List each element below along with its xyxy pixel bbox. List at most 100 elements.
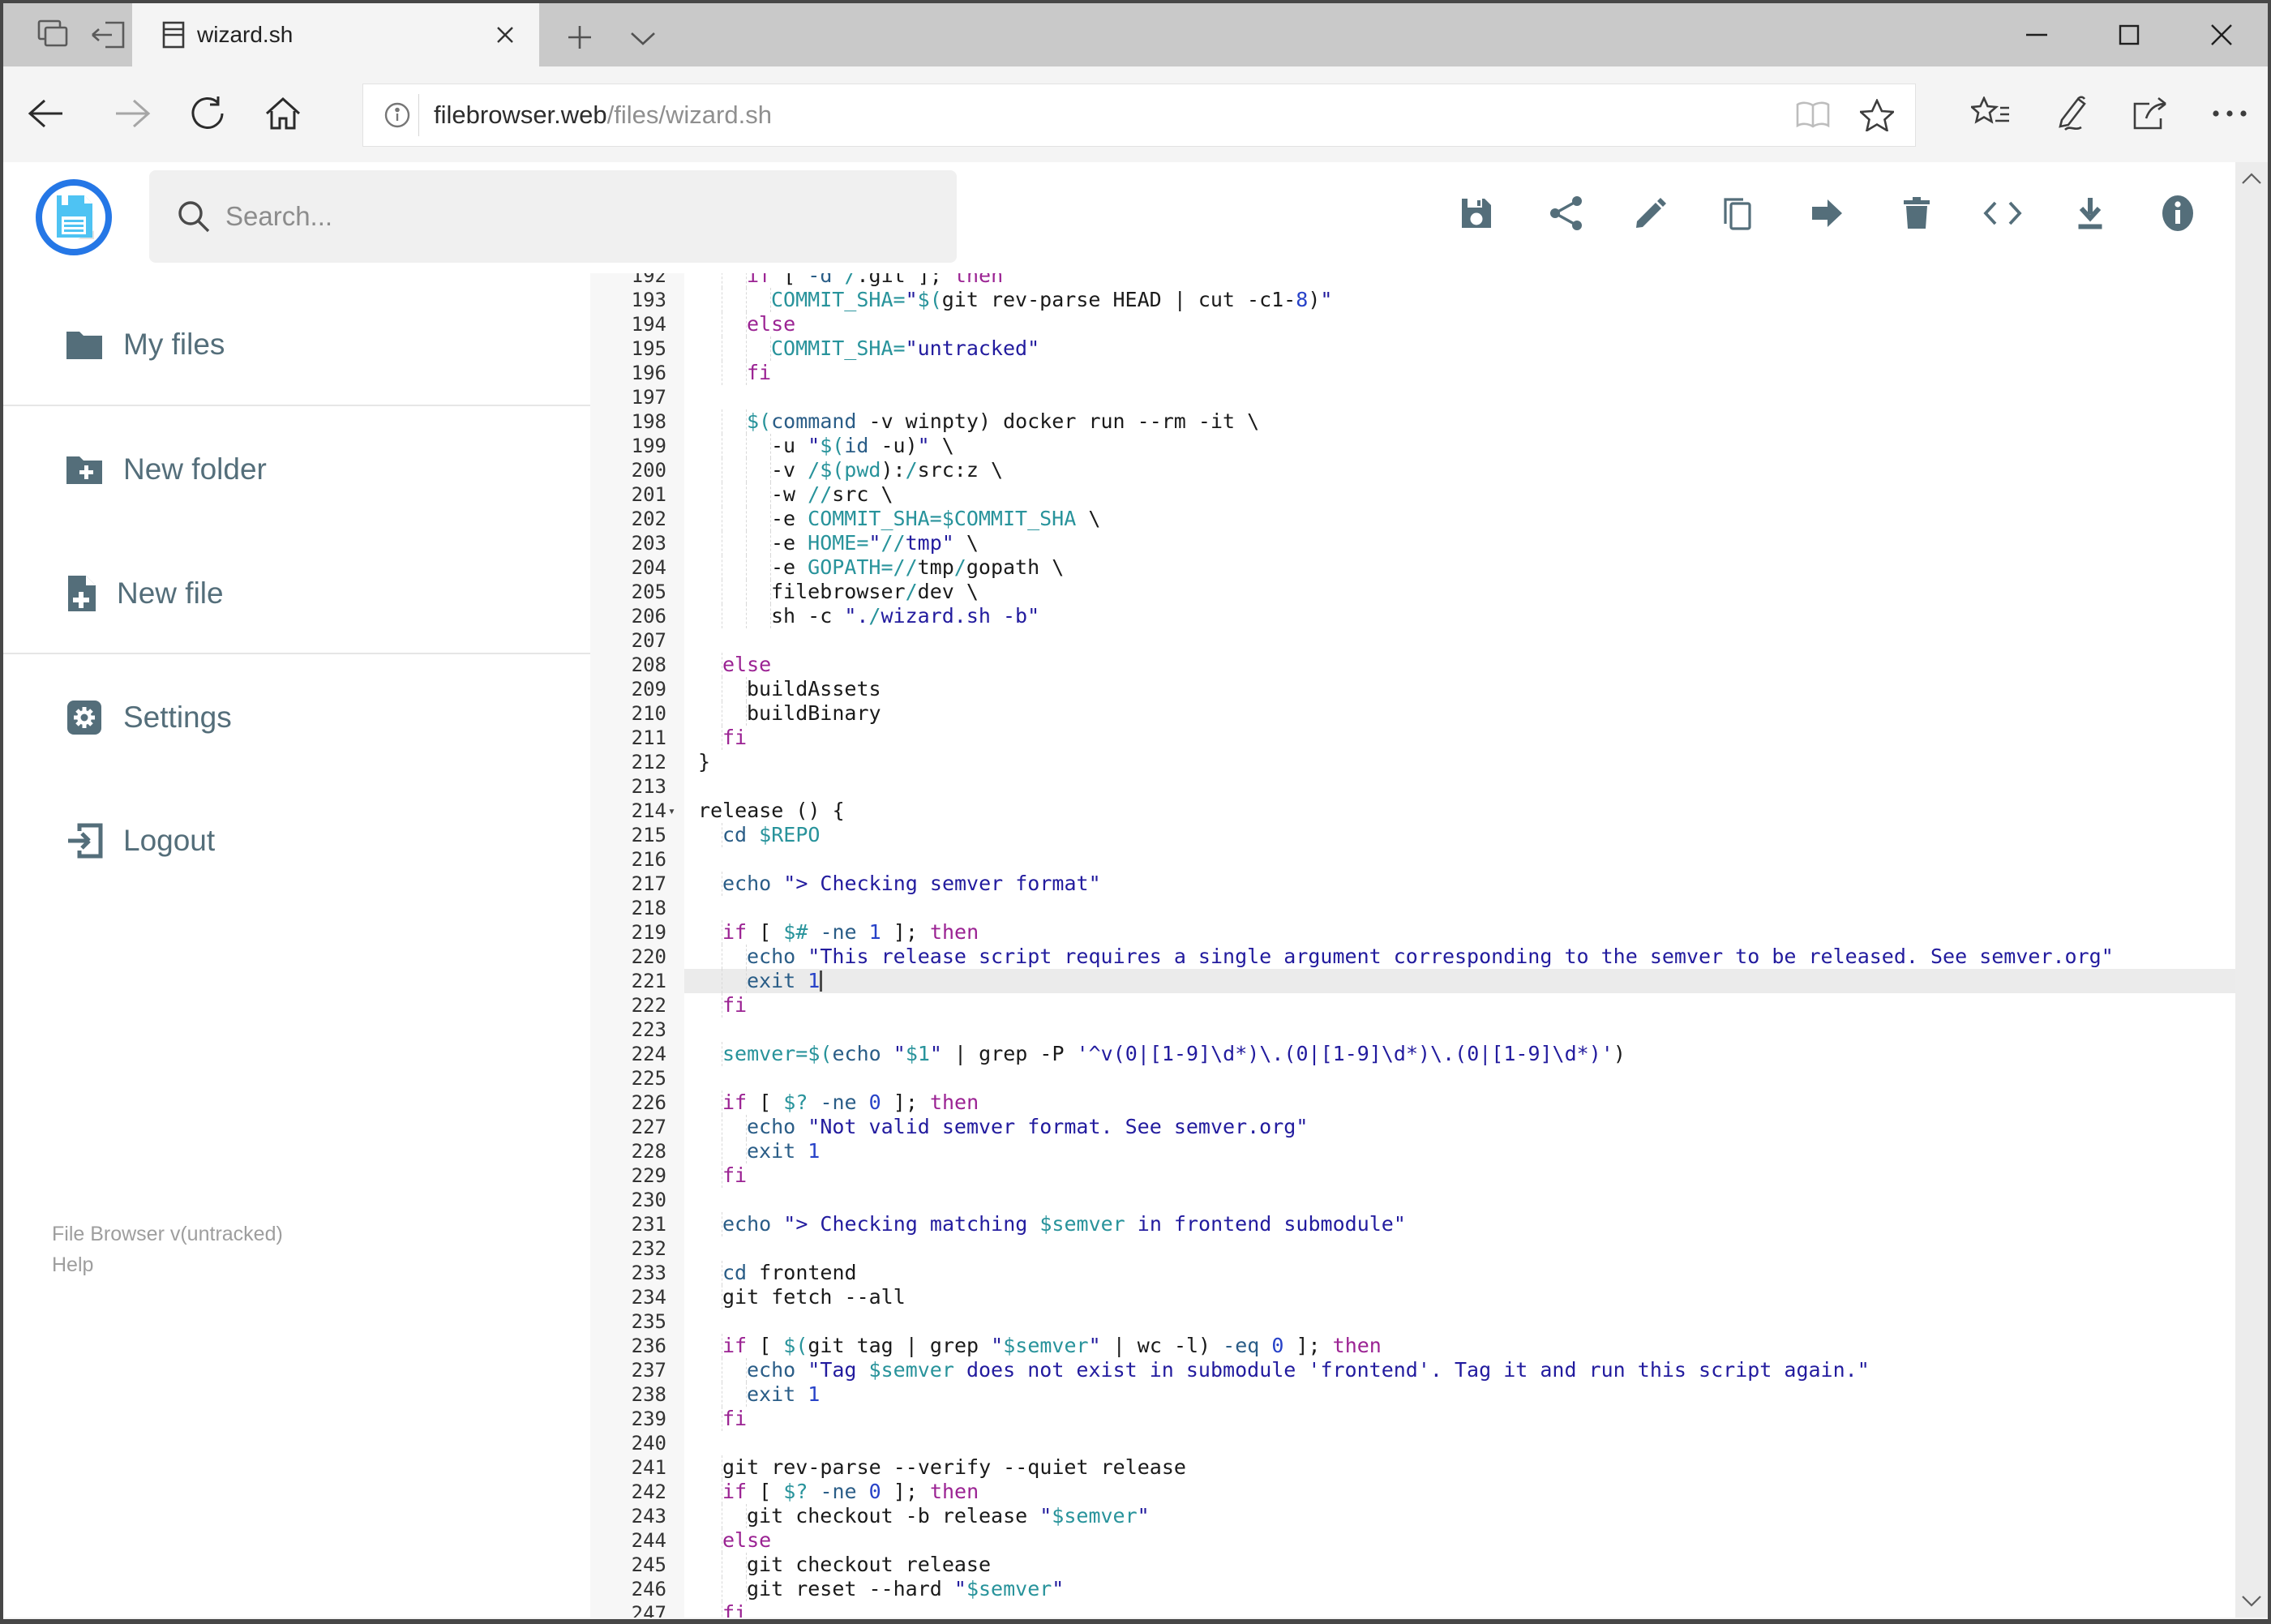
code-line-206[interactable]: 206 sh -c "./wizard.sh -b" [590, 604, 2235, 628]
page-scrollbar[interactable] [2235, 162, 2268, 1618]
code-line-226[interactable]: 226 if [ $? -ne 0 ]; then [590, 1091, 2235, 1115]
code-text[interactable] [684, 1309, 2235, 1334]
back-button[interactable] [13, 81, 78, 146]
minimize-button[interactable] [1990, 3, 2083, 66]
copy-button[interactable] [1712, 188, 1763, 238]
code-line-196[interactable]: 196 fi [590, 361, 2235, 385]
code-view-button[interactable] [1977, 188, 2028, 238]
code-line-214[interactable]: 214 ▾ release () { [590, 799, 2235, 823]
code-text[interactable]: if [ $(git tag | grep "$semver" | wc -l)… [684, 1334, 2235, 1358]
code-text[interactable] [684, 1236, 2235, 1261]
code-text[interactable]: COMMIT_SHA="$(git rev-parse HEAD | cut -… [684, 288, 2235, 312]
code-text[interactable]: git rev-parse --verify --quiet release [684, 1455, 2235, 1480]
sidebar-item-logout[interactable]: Logout [3, 812, 590, 869]
code-text[interactable]: -w //src \ [684, 482, 2235, 507]
sidebar-item-new-folder[interactable]: New folder [3, 441, 590, 498]
code-text[interactable]: echo "> Checking semver format" [684, 872, 2235, 896]
filebrowser-logo[interactable] [36, 179, 112, 255]
code-text[interactable]: exit 1 [684, 969, 2235, 993]
more-options-icon[interactable] [2197, 81, 2262, 146]
share-file-button[interactable] [1541, 188, 1592, 238]
code-line-199[interactable]: 199 -u "$(id -u)" \ [590, 434, 2235, 458]
code-text[interactable]: git checkout -b release "$semver" [684, 1504, 2235, 1528]
help-link[interactable]: Help [52, 1249, 283, 1280]
tab-wizard-sh[interactable]: wizard.sh [132, 3, 539, 66]
code-text[interactable]: exit 1 [684, 1382, 2235, 1407]
code-line-197[interactable]: 197 [590, 385, 2235, 409]
code-line-204[interactable]: 204 -e GOPATH=//tmp/gopath \ [590, 555, 2235, 580]
code-text[interactable]: echo "This release script requires a sin… [684, 945, 2235, 969]
code-line-210[interactable]: 210 buildBinary [590, 701, 2235, 726]
new-tab-button[interactable] [568, 25, 592, 49]
scroll-up-arrow[interactable] [2235, 162, 2268, 195]
code-line-240[interactable]: 240 [590, 1431, 2235, 1455]
code-line-205[interactable]: 205 filebrowser/dev \ [590, 580, 2235, 604]
code-line-195[interactable]: 195 COMMIT_SHA="untracked" [590, 336, 2235, 361]
code-text[interactable]: } [684, 750, 2235, 774]
code-line-227[interactable]: 227 echo "Not valid semver format. See se… [590, 1115, 2235, 1139]
code-text[interactable] [684, 774, 2235, 799]
search-input[interactable]: Search... [149, 170, 957, 263]
code-text[interactable]: echo "Not valid semver format. See semve… [684, 1115, 2235, 1139]
code-line-224[interactable]: 224 semver=$(echo "$1" | grep -P '^v(0|[1… [590, 1042, 2235, 1066]
code-text[interactable]: cd $REPO [684, 823, 2235, 847]
save-button[interactable] [1451, 188, 1502, 238]
code-text[interactable]: if [ $# -ne 1 ]; then [684, 920, 2235, 945]
code-line-242[interactable]: 242 if [ $? -ne 0 ]; then [590, 1480, 2235, 1504]
code-line-194[interactable]: 194 else [590, 312, 2235, 336]
favorites-hub-icon[interactable] [1958, 81, 2023, 146]
code-line-228[interactable]: 228 exit 1 [590, 1139, 2235, 1163]
code-line-220[interactable]: 220 echo "This release script requires a … [590, 945, 2235, 969]
web-notes-pen-icon[interactable] [2037, 81, 2102, 146]
code-line-208[interactable]: 208 else [590, 653, 2235, 677]
refresh-button[interactable] [175, 81, 240, 146]
code-text[interactable]: buildBinary [684, 701, 2235, 726]
code-text[interactable] [684, 1066, 2235, 1091]
move-button[interactable] [1802, 188, 1852, 238]
tab-close-icon[interactable] [495, 25, 515, 45]
code-text[interactable]: -e HOME="//tmp" \ [684, 531, 2235, 555]
code-text[interactable]: $(command -v winpty) docker run --rm -it… [684, 409, 2235, 434]
tab-preview-icon[interactable] [34, 18, 73, 52]
sidebar-item-my-files[interactable]: My files [3, 316, 590, 373]
code-line-246[interactable]: 246 git reset --hard "$semver" [590, 1577, 2235, 1601]
code-text[interactable]: git checkout release [684, 1553, 2235, 1577]
code-line-237[interactable]: 237 echo "Tag $semver does not exist in s… [590, 1358, 2235, 1382]
code-text[interactable]: fi [684, 1163, 2235, 1188]
code-text[interactable]: fi [684, 1601, 2235, 1618]
code-text[interactable]: COMMIT_SHA="untracked" [684, 336, 2235, 361]
code-line-209[interactable]: 209 buildAssets [590, 677, 2235, 701]
scroll-down-arrow[interactable] [2235, 1585, 2268, 1618]
code-text[interactable]: release () { [684, 799, 2235, 823]
sidebar-item-new-file[interactable]: New file [3, 565, 590, 622]
code-line-207[interactable]: 207 [590, 628, 2235, 653]
code-line-245[interactable]: 245 git checkout release [590, 1553, 2235, 1577]
close-button[interactable] [2175, 3, 2268, 66]
code-line-238[interactable]: 238 exit 1 [590, 1382, 2235, 1407]
tab-list-chevron-icon[interactable] [629, 31, 657, 47]
reading-view-icon[interactable] [1795, 101, 1831, 130]
code-text[interactable]: if [ $? -ne 0 ]; then [684, 1480, 2235, 1504]
code-line-225[interactable]: 225 [590, 1066, 2235, 1091]
code-text[interactable]: if [ $? -ne 0 ]; then [684, 1091, 2235, 1115]
code-line-213[interactable]: 213 [590, 774, 2235, 799]
address-bar[interactable]: filebrowser.web/files/wizard.sh [362, 84, 1916, 147]
code-line-235[interactable]: 235 [590, 1309, 2235, 1334]
code-line-212[interactable]: 212} [590, 750, 2235, 774]
forward-button[interactable] [101, 81, 165, 146]
code-text[interactable]: fi [684, 726, 2235, 750]
edit-button[interactable] [1626, 188, 1676, 238]
code-line-229[interactable]: 229 fi [590, 1163, 2235, 1188]
code-text[interactable] [684, 1431, 2235, 1455]
code-line-218[interactable]: 218 [590, 896, 2235, 920]
home-button[interactable] [251, 81, 315, 146]
code-text[interactable] [684, 1188, 2235, 1212]
code-text[interactable] [684, 1018, 2235, 1042]
code-line-201[interactable]: 201 -w //src \ [590, 482, 2235, 507]
code-line-244[interactable]: 244 else [590, 1528, 2235, 1553]
code-text[interactable]: echo "Tag $semver does not exist in subm… [684, 1358, 2235, 1382]
code-line-234[interactable]: 234 git fetch --all [590, 1285, 2235, 1309]
code-line-232[interactable]: 232 [590, 1236, 2235, 1261]
code-text[interactable]: git reset --hard "$semver" [684, 1577, 2235, 1601]
code-line-217[interactable]: 217 echo "> Checking semver format" [590, 872, 2235, 896]
